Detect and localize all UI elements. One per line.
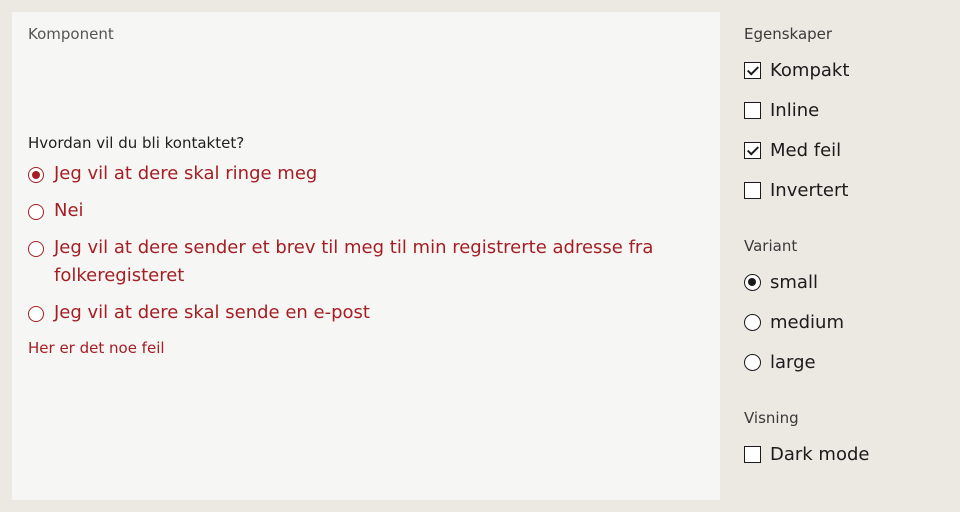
radio-option-label: Jeg vil at dere skal ringe meg [54, 163, 318, 184]
radio-option-no[interactable]: Nei [28, 200, 668, 225]
properties-heading: Egenskaper [744, 25, 833, 43]
checkbox[interactable] [744, 62, 761, 79]
radio-button[interactable] [28, 167, 44, 183]
checkbox-label: Inline [770, 100, 820, 121]
checkbox-inline[interactable]: Inline [744, 100, 819, 121]
checkbox[interactable] [744, 446, 761, 463]
radio-button[interactable] [744, 354, 761, 371]
radio-option-label: Nei [54, 200, 84, 221]
radio-variant-small[interactable]: small [744, 272, 818, 293]
contact-radio-group: Hvordan vil du bli kontaktet? Jeg vil at… [28, 134, 668, 357]
checkbox-med-feil[interactable]: Med feil [744, 140, 841, 161]
radio-button[interactable] [744, 314, 761, 331]
checkbox[interactable] [744, 182, 761, 199]
checkbox-label: Dark mode [770, 444, 870, 465]
radio-button[interactable] [28, 204, 44, 220]
radio-group-legend: Hvordan vil du bli kontaktet? [28, 134, 245, 152]
radio-label: small [770, 272, 818, 293]
checkbox-dark-mode[interactable]: Dark mode [744, 444, 869, 465]
component-preview-panel: Komponent Hvordan vil du bli kontaktet? … [12, 12, 720, 500]
error-message: Her er det noe feil [28, 339, 165, 357]
radio-option-label: Jeg vil at dere skal sende en e-post [54, 302, 370, 323]
radio-option-letter[interactable]: Jeg vil at dere sender et brev til meg t… [28, 237, 668, 290]
radio-button[interactable] [28, 306, 44, 322]
radio-option-call[interactable]: Jeg vil at dere skal ringe meg [28, 163, 668, 188]
radio-label: medium [770, 312, 844, 333]
radio-variant-medium[interactable]: medium [744, 312, 844, 333]
variant-heading: Variant [744, 237, 798, 255]
checkbox-invertert[interactable]: Invertert [744, 180, 848, 201]
radio-option-email[interactable]: Jeg vil at dere skal sende en e-post [28, 302, 668, 327]
checkbox-label: Med feil [770, 140, 842, 161]
radio-option-label: Jeg vil at dere sender et brev til meg t… [54, 237, 654, 286]
checkbox-label: Invertert [770, 180, 849, 201]
radio-button[interactable] [28, 241, 44, 257]
checkbox[interactable] [744, 102, 761, 119]
display-heading: Visning [744, 409, 799, 427]
checkbox-kompakt[interactable]: Kompakt [744, 60, 849, 81]
checkbox[interactable] [744, 142, 761, 159]
radio-button[interactable] [744, 274, 761, 291]
radio-variant-large[interactable]: large [744, 352, 816, 373]
panel-label: Komponent [28, 25, 114, 43]
radio-label: large [770, 352, 816, 373]
checkbox-label: Kompakt [770, 60, 850, 81]
